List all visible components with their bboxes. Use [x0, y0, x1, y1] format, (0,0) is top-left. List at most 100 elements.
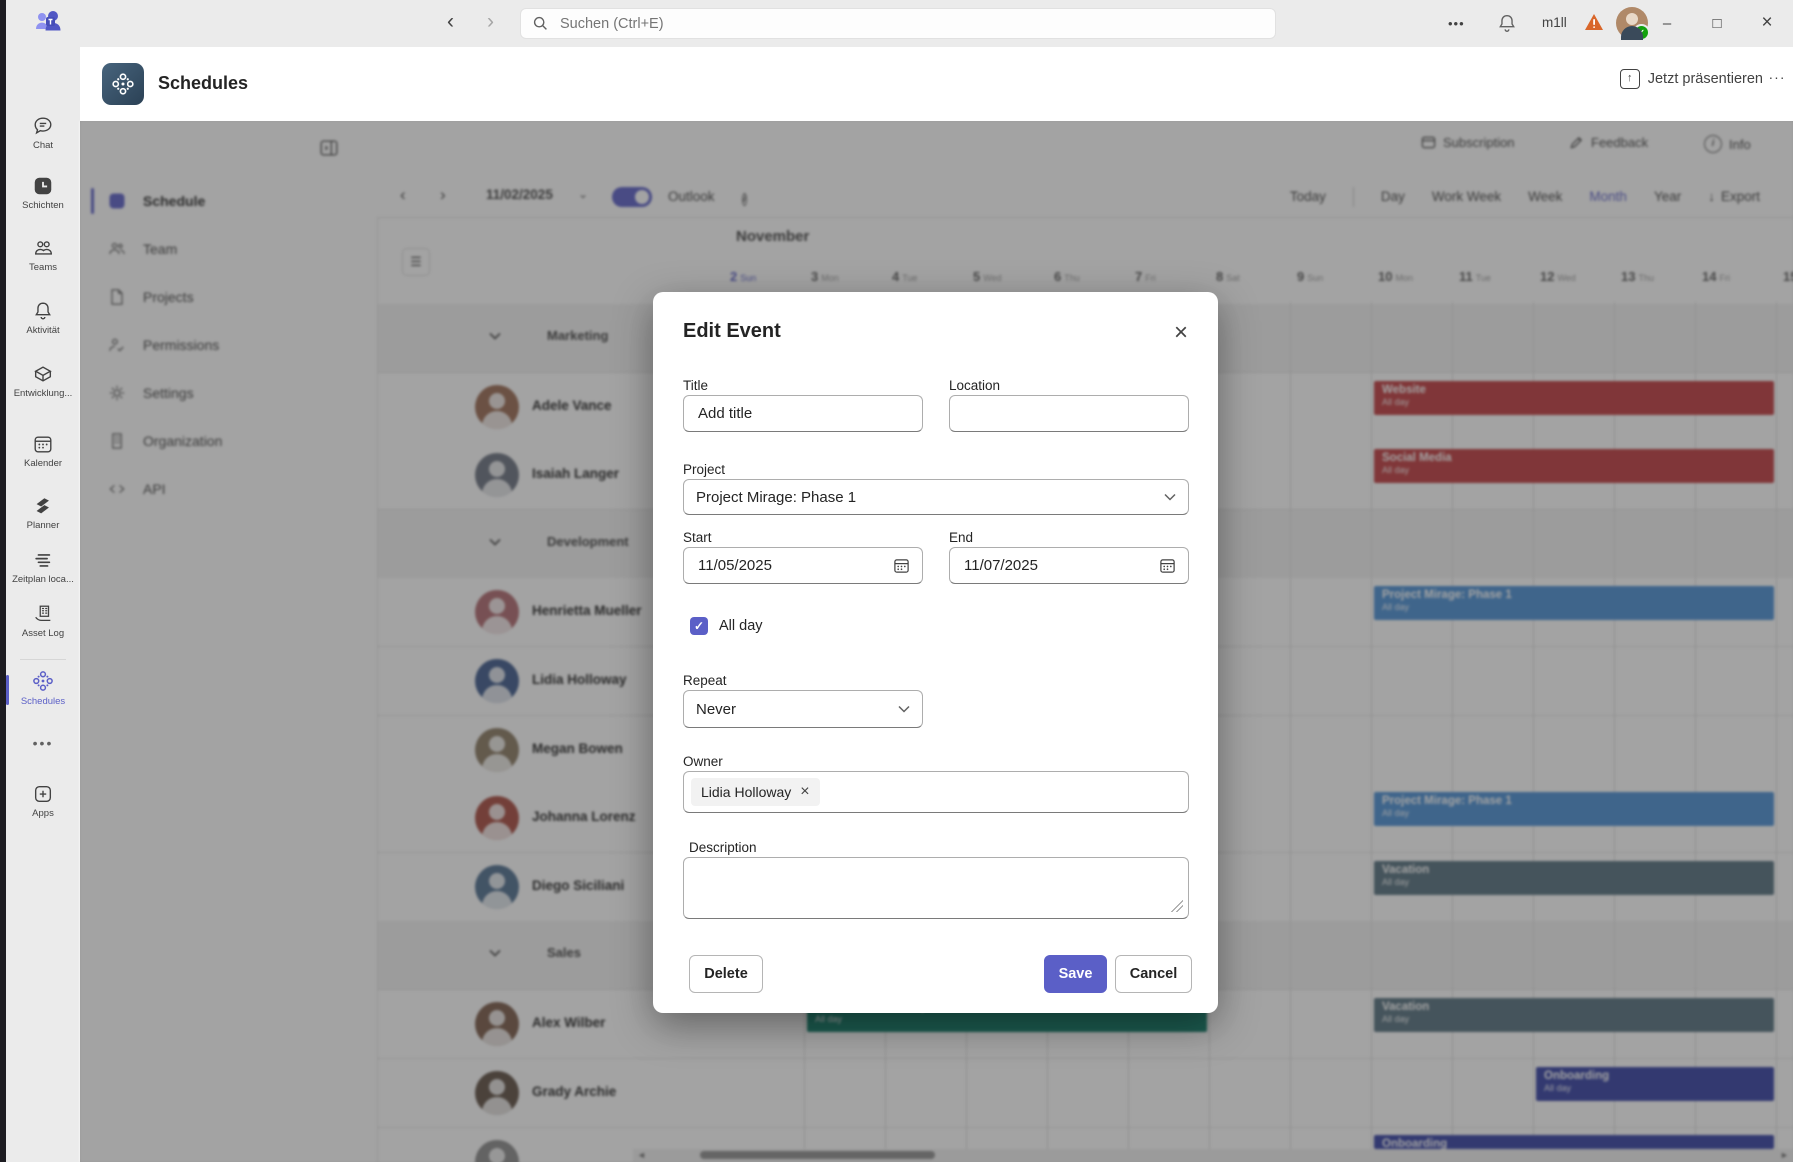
calendar-picker-icon[interactable]: [1159, 557, 1176, 574]
nav-item-team[interactable]: Team: [91, 229, 377, 269]
nav-item-api[interactable]: API: [91, 469, 377, 509]
search-box[interactable]: [520, 8, 1276, 39]
activity-bell-icon: [6, 300, 80, 322]
notifications-bell-icon[interactable]: [1496, 12, 1518, 34]
rail-item-planner[interactable]: Planner: [6, 495, 80, 531]
rail-item-zeitplan[interactable]: Zeitplan loca...: [6, 549, 80, 585]
view-week-button[interactable]: Week: [1528, 189, 1562, 204]
nav-item-schedule[interactable]: Schedule: [91, 181, 377, 221]
rail-item-aktivitaet[interactable]: Aktivität: [6, 300, 80, 336]
nav-item-settings[interactable]: Settings: [91, 373, 377, 413]
day-header[interactable]: 13Thu: [1621, 268, 1654, 306]
date-picker[interactable]: 11/02/2025: [486, 187, 553, 202]
start-date-field[interactable]: [683, 547, 923, 584]
nav-item-organization[interactable]: Organization: [91, 421, 377, 461]
day-header[interactable]: 8Sat: [1216, 268, 1240, 306]
nav-forward-button[interactable]: ›: [487, 11, 494, 33]
status-available-icon: ✓: [1633, 24, 1650, 41]
subscription-link[interactable]: Subscription: [1421, 135, 1515, 150]
panel-collapse-button[interactable]: [318, 137, 340, 159]
start-field-label: Start: [683, 530, 712, 545]
repeat-select[interactable]: Never: [683, 690, 923, 728]
rail-item-schichten[interactable]: Schichten: [6, 175, 80, 211]
close-icon[interactable]: ×: [1166, 318, 1196, 348]
day-header[interactable]: 14Fri: [1702, 268, 1730, 306]
rail-item-chat[interactable]: Chat: [6, 115, 80, 151]
account-label[interactable]: m1ll: [1542, 15, 1567, 30]
event-website[interactable]: WebsiteAll day: [1374, 381, 1774, 415]
day-header[interactable]: 9Sun: [1297, 268, 1323, 306]
cancel-button[interactable]: Cancel: [1115, 955, 1192, 993]
owner-field[interactable]: Lidia Holloway ×: [683, 771, 1189, 813]
nav-back-button[interactable]: ‹: [447, 11, 454, 33]
titlebar-more-button[interactable]: •••: [1448, 16, 1465, 31]
toolbar-divider: [377, 217, 1793, 218]
scroll-right-icon[interactable]: ►: [1780, 1150, 1789, 1160]
event-project-mirage[interactable]: Project Mirage: Phase 1All day: [1374, 586, 1774, 620]
description-textarea[interactable]: [683, 857, 1189, 919]
edit-event-dialog: Edit Event × Title Location Project Proj…: [653, 292, 1218, 1013]
window-maximize-button[interactable]: □: [1702, 8, 1732, 38]
calendar-picker-icon[interactable]: [893, 557, 910, 574]
chat-icon: [6, 115, 80, 137]
rail-item-apps[interactable]: Apps: [6, 783, 80, 819]
owner-chip[interactable]: Lidia Holloway ×: [691, 778, 820, 806]
user-avatar[interactable]: ✓: [1616, 7, 1648, 39]
info-link[interactable]: i Info: [1704, 135, 1751, 153]
day-header[interactable]: 15: [1783, 268, 1793, 306]
project-select[interactable]: Project Mirage: Phase 1: [683, 479, 1189, 515]
rail-item-asset-log[interactable]: Asset Log: [6, 603, 80, 639]
search-input[interactable]: [558, 15, 1263, 33]
warning-icon[interactable]: [1584, 13, 1604, 31]
event-social-media[interactable]: Social MediaAll day: [1374, 449, 1774, 483]
people-menu-button[interactable]: ☰: [402, 248, 430, 276]
window-minimize-button[interactable]: –: [1652, 8, 1682, 38]
day-header[interactable]: 11Tue: [1459, 268, 1491, 306]
calendar-next-button[interactable]: ›: [440, 185, 446, 205]
event-vacation[interactable]: VacationAll day: [1374, 998, 1774, 1032]
teams-people-icon: [6, 237, 80, 259]
location-input[interactable]: [962, 404, 1176, 423]
export-button[interactable]: ↓ Export: [1708, 189, 1760, 204]
rail-item-entwicklung[interactable]: Entwicklung...: [6, 363, 80, 399]
event-project-mirage[interactable]: Project Mirage: Phase 1All day: [1374, 792, 1774, 826]
nav-item-projects[interactable]: Projects: [91, 277, 377, 317]
title-input[interactable]: [696, 404, 910, 423]
view-month-button[interactable]: Month: [1589, 189, 1627, 204]
delete-button[interactable]: Delete: [689, 955, 763, 993]
event-vacation[interactable]: VacationAll day: [1374, 861, 1774, 895]
all-day-label[interactable]: All day: [719, 618, 763, 634]
end-date-input[interactable]: [962, 556, 1116, 575]
view-day-button[interactable]: Day: [1381, 189, 1405, 204]
title-field: [683, 395, 923, 432]
start-date-input[interactable]: [696, 556, 850, 575]
all-day-checkbox[interactable]: ✓: [690, 617, 708, 635]
view-workweek-button[interactable]: Work Week: [1432, 189, 1501, 204]
present-now-button[interactable]: ↑ Jetzt präsentieren: [1620, 69, 1763, 89]
save-button[interactable]: Save: [1044, 955, 1107, 993]
horizontal-scrollbar-thumb[interactable]: [700, 1151, 935, 1159]
day-header[interactable]: 12Wed: [1540, 268, 1576, 306]
view-today-button[interactable]: Today: [1290, 189, 1326, 204]
calendar-prev-button[interactable]: ‹: [400, 185, 406, 205]
outlook-info-icon[interactable]: i: [742, 189, 747, 208]
event-onboarding-partial[interactable]: Onboarding: [1374, 1135, 1774, 1149]
rail-item-teams[interactable]: Teams: [6, 237, 80, 273]
app-header-more-button[interactable]: ···: [1765, 69, 1789, 85]
event-onboarding[interactable]: OnboardingAll day: [1536, 1067, 1774, 1101]
rail-more-button[interactable]: •••: [6, 735, 80, 751]
resize-grip-icon[interactable]: [1171, 900, 1183, 912]
rail-item-kalender[interactable]: Kalender: [6, 433, 80, 469]
feedback-link[interactable]: Feedback: [1569, 135, 1648, 150]
outlook-toggle[interactable]: [612, 187, 652, 207]
window-close-button[interactable]: ×: [1752, 8, 1782, 38]
title-bar: ‹ › ••• m1ll ✓ – □ ×: [0, 0, 1793, 47]
end-date-field[interactable]: [949, 547, 1189, 584]
scroll-left-icon[interactable]: ◄: [637, 1150, 646, 1160]
rail-item-schedules[interactable]: Schedules: [6, 669, 80, 707]
nav-item-permissions[interactable]: Permissions: [91, 325, 377, 365]
day-header[interactable]: 10Mon: [1378, 268, 1413, 306]
view-year-button[interactable]: Year: [1654, 189, 1681, 204]
outlook-toggle-label: Outlook: [668, 189, 715, 204]
remove-owner-icon[interactable]: ×: [800, 786, 809, 798]
